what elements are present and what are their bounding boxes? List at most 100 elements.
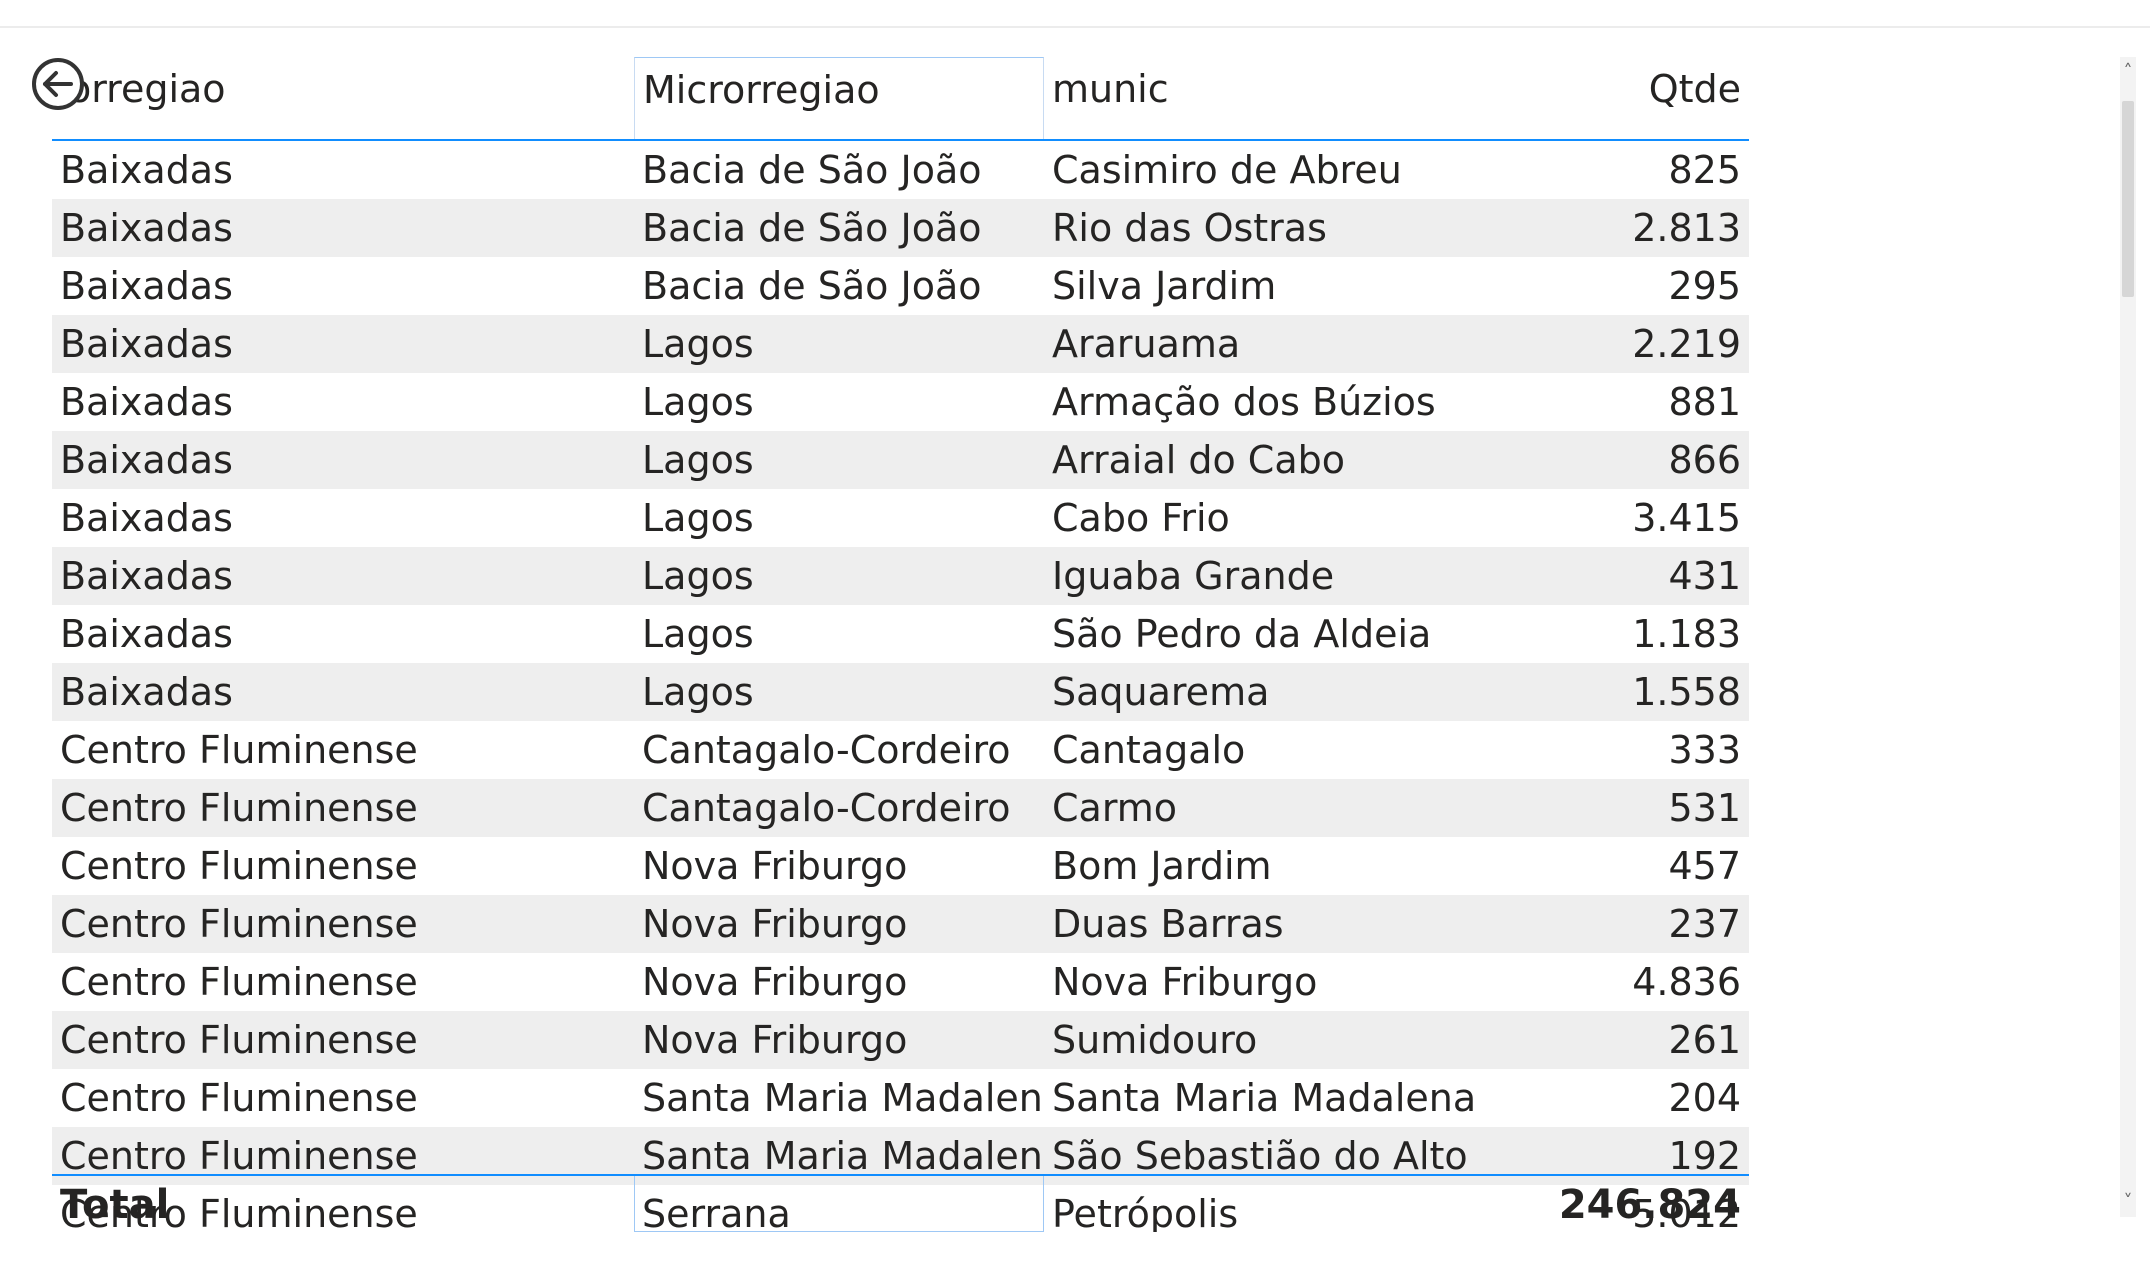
table-body: Baixadas Bacia de São João Casimiro de Abr…: [52, 141, 1749, 1232]
cell-munic: Carmo: [1052, 786, 1178, 830]
cell-mesorregiao: Baixadas: [60, 438, 233, 482]
table-row[interactable]: Centro Fluminense Nova Friburgo Sumidouro 2…: [52, 1011, 1749, 1069]
cell-qtde: 531: [1668, 786, 1741, 830]
cell-mesorregiao: Centro Fluminense: [60, 1018, 418, 1062]
column-header-munic[interactable]: munic: [1044, 57, 1492, 139]
cell-mesorregiao: Centro Fluminense: [60, 960, 418, 1004]
table-row[interactable]: Baixadas Lagos Arraial do Cabo 866: [52, 431, 1749, 489]
table-row[interactable]: Baixadas Lagos Iguaba Grande 431: [52, 547, 1749, 605]
cell-mesorregiao: Centro Fluminense: [60, 844, 418, 888]
cell-munic: Cantagalo: [1052, 728, 1246, 772]
cell-mesorregiao: Baixadas: [60, 148, 233, 192]
cell-qtde: 204: [1668, 1076, 1741, 1120]
cell-munic: Armação dos Búzios: [1052, 380, 1436, 424]
cell-qtde: 1.558: [1632, 670, 1741, 714]
cell-qtde: 261: [1668, 1018, 1741, 1062]
cell-qtde: 825: [1668, 148, 1741, 192]
table-row[interactable]: Centro Fluminense Nova Friburgo Nova Fribu…: [52, 953, 1749, 1011]
table-row[interactable]: Centro Fluminense Nova Friburgo Duas Barra…: [52, 895, 1749, 953]
cell-microrregiao: Bacia de São João: [642, 148, 982, 192]
cell-munic: Rio das Ostras: [1052, 206, 1327, 250]
table-visual: Mesorregiao Microrregiao munic Qtde Baix…: [0, 0, 2150, 1275]
cell-munic: Araruama: [1052, 322, 1241, 366]
table-row[interactable]: Baixadas Lagos Cabo Frio 3.415: [52, 489, 1749, 547]
cell-mesorregiao: Centro Fluminense: [60, 902, 418, 946]
table-row[interactable]: Baixadas Lagos Araruama 2.219: [52, 315, 1749, 373]
cell-microrregiao: Lagos: [642, 554, 754, 598]
cell-mesorregiao: Baixadas: [60, 264, 233, 308]
visual-top-divider: [0, 26, 2150, 28]
cell-qtde: 2.813: [1632, 206, 1741, 250]
cell-microrregiao: Lagos: [642, 380, 754, 424]
cell-munic: Santa Maria Madalena: [1052, 1076, 1477, 1120]
total-microrregiao-cell: [634, 1176, 1044, 1232]
cell-munic: Nova Friburgo: [1052, 960, 1318, 1004]
vertical-scrollbar[interactable]: ˄ ˅: [2120, 57, 2136, 1217]
cell-qtde: 3.415: [1632, 496, 1741, 540]
cell-mesorregiao: Baixadas: [60, 496, 233, 540]
table-row[interactable]: Centro Fluminense Cantagalo-Cordeiro Canta…: [52, 721, 1749, 779]
cell-microrregiao: Bacia de São João: [642, 264, 982, 308]
column-header-microrregiao[interactable]: Microrregiao: [634, 57, 1044, 139]
cell-munic: Cabo Frio: [1052, 496, 1230, 540]
cell-munic: São Pedro da Aldeia: [1052, 612, 1432, 656]
cell-mesorregiao: Centro Fluminense: [60, 728, 418, 772]
cell-qtde: 1.183: [1632, 612, 1741, 656]
cell-mesorregiao: Baixadas: [60, 670, 233, 714]
back-arrow-circle-icon: [32, 58, 84, 110]
cell-munic: Saquarema: [1052, 670, 1270, 714]
cell-qtde: 237: [1668, 902, 1741, 946]
data-table: Mesorregiao Microrregiao munic Qtde Baix…: [52, 57, 1749, 1232]
cell-qtde: 431: [1668, 554, 1741, 598]
cell-microrregiao: Bacia de São João: [642, 206, 982, 250]
table-row[interactable]: Centro Fluminense Cantagalo-Cordeiro Carmo…: [52, 779, 1749, 837]
cell-microrregiao: Lagos: [642, 612, 754, 656]
cell-mesorregiao: Baixadas: [60, 380, 233, 424]
cell-mesorregiao: Baixadas: [60, 554, 233, 598]
cell-munic: Arraial do Cabo: [1052, 438, 1345, 482]
cell-microrregiao: Lagos: [642, 322, 754, 366]
column-header-label: Microrregiao: [643, 68, 880, 112]
cell-microrregiao: Cantagalo-Cordeiro: [642, 728, 1011, 772]
cell-qtde: 295: [1668, 264, 1741, 308]
cell-microrregiao: Nova Friburgo: [642, 1018, 908, 1062]
cell-qtde: 457: [1668, 844, 1741, 888]
column-header-label: Qtde: [1648, 67, 1741, 111]
cell-microrregiao: Nova Friburgo: [642, 844, 908, 888]
cell-microrregiao: Nova Friburgo: [642, 960, 908, 1004]
table-row[interactable]: Baixadas Lagos São Pedro da Aldeia 1.183: [52, 605, 1749, 663]
chevron-down-icon[interactable]: ˅: [2120, 1187, 2136, 1217]
table-row[interactable]: Baixadas Bacia de São João Rio das Ostras 2…: [52, 199, 1749, 257]
cell-mesorregiao: Centro Fluminense: [60, 786, 418, 830]
cell-munic: Silva Jardim: [1052, 264, 1277, 308]
cell-qtde: 333: [1668, 728, 1741, 772]
column-header-label: munic: [1052, 67, 1169, 111]
cell-qtde: 866: [1668, 438, 1741, 482]
table-row[interactable]: Baixadas Bacia de São João Silva Jardim 295: [52, 257, 1749, 315]
table-total-row: Total 246.824: [52, 1174, 1749, 1234]
cell-microrregiao: Nova Friburgo: [642, 902, 908, 946]
chevron-up-icon[interactable]: ˄: [2120, 57, 2136, 87]
cell-mesorregiao: Baixadas: [60, 206, 233, 250]
cell-microrregiao: Santa Maria Madalena: [642, 1076, 1044, 1120]
table-row[interactable]: Centro Fluminense Nova Friburgo Bom Jardim…: [52, 837, 1749, 895]
table-row[interactable]: Baixadas Lagos Armação dos Búzios 881: [52, 373, 1749, 431]
table-row[interactable]: Baixadas Bacia de São João Casimiro de Abr…: [52, 141, 1749, 199]
column-header-mesorregiao[interactable]: Mesorregiao: [52, 57, 640, 139]
cell-munic: Bom Jardim: [1052, 844, 1272, 888]
column-header-qtde[interactable]: Qtde: [1484, 57, 1749, 139]
cell-microrregiao: Lagos: [642, 496, 754, 540]
cell-munic: Sumidouro: [1052, 1018, 1258, 1062]
table-header: Mesorregiao Microrregiao munic Qtde: [52, 57, 1749, 141]
cell-microrregiao: Lagos: [642, 670, 754, 714]
scrollbar-thumb[interactable]: [2122, 101, 2134, 297]
back-button[interactable]: [30, 56, 86, 112]
table-row[interactable]: Centro Fluminense Santa Maria Madalena San…: [52, 1069, 1749, 1127]
cell-microrregiao: Lagos: [642, 438, 754, 482]
cell-qtde: 2.219: [1632, 322, 1741, 366]
total-value: 246.824: [1558, 1182, 1741, 1228]
cell-munic: Iguaba Grande: [1052, 554, 1335, 598]
cell-qtde: 881: [1668, 380, 1741, 424]
cell-mesorregiao: Centro Fluminense: [60, 1076, 418, 1120]
table-row[interactable]: Baixadas Lagos Saquarema 1.558: [52, 663, 1749, 721]
